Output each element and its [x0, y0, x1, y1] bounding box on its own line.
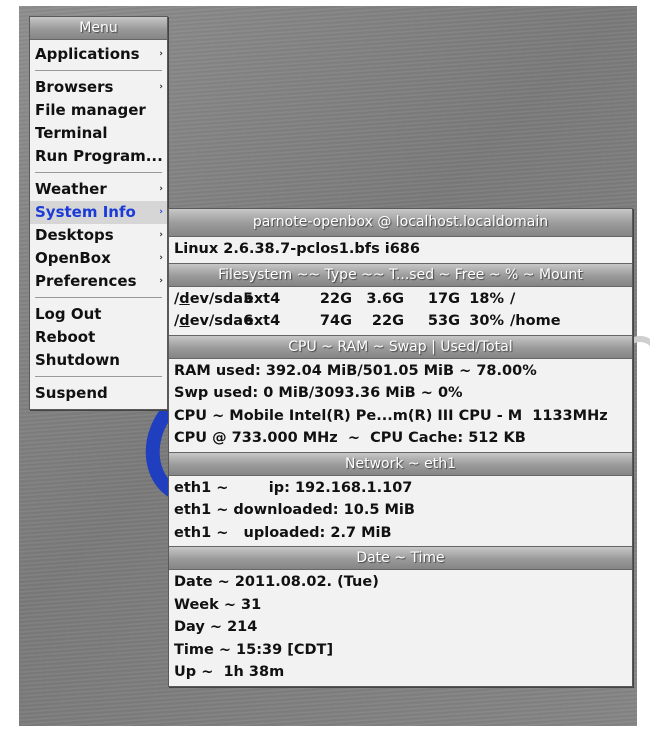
menu-item-weather[interactable]: Weather › [30, 178, 167, 201]
menu-separator [35, 70, 162, 71]
menu-item-label: Shutdown [35, 351, 120, 369]
fs-size: 22G [319, 290, 352, 307]
fs-percent: 18% [469, 290, 504, 307]
network-header: Network ~ eth1 [169, 451, 632, 476]
fs-type: ext4 [244, 290, 281, 307]
date-value[interactable]: Date ~ 2011.08.02. (Tue) [169, 571, 632, 594]
menu-item-run-program[interactable]: Run Program... [30, 145, 167, 168]
menu-item-file-manager[interactable]: File manager [30, 99, 167, 122]
uptime-value[interactable]: Up ~ 1h 38m [169, 661, 632, 684]
menu-item-label: Browsers [35, 78, 114, 96]
menu-item-applications[interactable]: Applications › [30, 43, 167, 66]
fs-size: 74G [319, 313, 352, 329]
menu-item-browsers[interactable]: Browsers › [30, 76, 167, 99]
filesystem-row[interactable]: /dev/sda5 ext4 22G 3.6G 17G 18% / [169, 288, 632, 311]
fs-free: 53G [427, 313, 460, 329]
menu-item-label: Reboot [35, 328, 96, 346]
swap-usage[interactable]: Swp used: 0 MiB/3093.36 MiB ~ 0% [169, 382, 632, 405]
menu-item-label: System Info [35, 203, 136, 221]
menu-separator [35, 297, 162, 298]
week-value[interactable]: Week ~ 31 [169, 594, 632, 617]
menu-item-reboot[interactable]: Reboot [30, 326, 167, 349]
fs-used: 3.6G [366, 290, 404, 307]
menu-item-shutdown[interactable]: Shutdown [30, 349, 167, 372]
menu-item-preferences[interactable]: Preferences › [30, 270, 167, 293]
cpu-model[interactable]: CPU ~ Mobile Intel(R) Pe...m(R) III CPU … [169, 405, 632, 428]
network-ip[interactable]: eth1 ~ ip: 192.168.1.107 [169, 477, 632, 500]
fs-device-accel: d [179, 313, 190, 329]
menu-item-label: Preferences [35, 272, 137, 290]
menu-item-system-info[interactable]: System Info › [30, 201, 167, 224]
time-value[interactable]: Time ~ 15:39 [CDT] [169, 639, 632, 662]
menu-item-label: Run Program... [35, 147, 163, 165]
menu-item-label: Applications [35, 45, 140, 63]
fs-free: 17G [427, 290, 460, 307]
fs-percent: 30% [469, 313, 504, 329]
fs-mount: /home [510, 313, 561, 329]
submenu-arrow-icon: › [159, 82, 163, 92]
menu-item-label: Desktops [35, 226, 114, 244]
fs-device-accel: d [179, 290, 190, 307]
menu-item-label: Log Out [35, 305, 102, 323]
fs-used: 22G [371, 313, 404, 329]
filesystem-row[interactable]: /dev/sda6 ext4 74G 22G 53G 30% /home [169, 310, 632, 333]
fs-device: /dev/sda5 [174, 288, 253, 311]
menu-item-suspend[interactable]: Suspend [30, 382, 167, 405]
menu-item-label: Suspend [35, 384, 108, 402]
menu-item-label: File manager [35, 101, 146, 119]
menu-item-label: Weather [35, 180, 107, 198]
submenu-arrow-icon: › [159, 184, 163, 194]
cpu-ram-header: CPU ~ RAM ~ Swap | Used/Total [169, 334, 632, 359]
menu-item-label: OpenBox [35, 249, 111, 267]
system-info-submenu: parnote-openbox @ localhost.localdomain … [168, 208, 633, 687]
menu-item-openbox[interactable]: OpenBox › [30, 247, 167, 270]
menu-item-desktops[interactable]: Desktops › [30, 224, 167, 247]
date-time-header: Date ~ Time [169, 546, 632, 570]
day-value[interactable]: Day ~ 214 [169, 616, 632, 639]
menu-item-log-out[interactable]: Log Out [30, 303, 167, 326]
menu-item-label: Terminal [35, 124, 108, 142]
submenu-arrow-icon: › [159, 253, 163, 263]
ram-usage[interactable]: RAM used: 392.04 MiB/501.05 MiB ~ 78.00% [169, 360, 632, 383]
menu-item-terminal[interactable]: Terminal [30, 122, 167, 145]
fs-device: /dev/sda6 [174, 310, 253, 333]
system-info-title: parnote-openbox @ localhost.localdomain [169, 209, 632, 237]
submenu-arrow-icon: › [159, 49, 163, 59]
submenu-arrow-icon: › [159, 207, 163, 217]
kernel-info[interactable]: Linux 2.6.38.7-pclos1.bfs i686 [169, 238, 632, 261]
filesystem-header: Filesystem ~~ Type ~~ T...sed ~ Free ~ %… [169, 262, 632, 287]
menu-separator [35, 376, 162, 377]
menu-separator [35, 172, 162, 173]
root-menu: Menu Applications › Browsers › File mana… [29, 16, 168, 410]
root-menu-title: Menu [30, 17, 167, 40]
submenu-arrow-icon: › [159, 230, 163, 240]
network-downloaded[interactable]: eth1 ~ downloaded: 10.5 MiB [169, 499, 632, 522]
cpu-speed[interactable]: CPU @ 733.000 MHz ~ CPU Cache: 512 KB [169, 427, 632, 450]
fs-type: ext4 [244, 313, 281, 329]
fs-mount: / [510, 290, 516, 307]
network-uploaded[interactable]: eth1 ~ uploaded: 2.7 MiB [169, 522, 632, 545]
submenu-arrow-icon: › [159, 276, 163, 286]
